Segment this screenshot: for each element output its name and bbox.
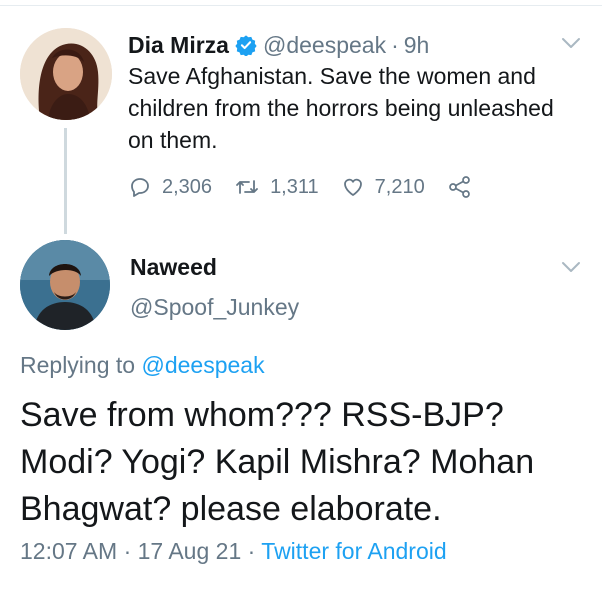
share-button[interactable] [447, 175, 483, 199]
author-handle[interactable]: @deespeak [263, 32, 386, 59]
tweet-meta: 12:07 AM · 17 Aug 21 · Twitter for Andro… [20, 538, 447, 565]
replying-prefix: Replying to [20, 352, 136, 378]
like-count: 7,210 [374, 175, 425, 198]
tweet-actions: 2,306 1,311 7,210 [128, 172, 505, 202]
author-name[interactable]: Dia Mirza [128, 32, 229, 59]
reply-count: 2,306 [162, 175, 213, 198]
profile-photo-icon [20, 28, 112, 120]
verified-badge-icon [235, 35, 257, 56]
top-divider [0, 0, 602, 6]
replying-to: Replying to @deespeak [20, 352, 265, 379]
separator-dot: · [391, 31, 399, 58]
share-icon [448, 176, 470, 198]
retweet-count: 1,311 [270, 175, 319, 198]
like-icon [343, 178, 362, 196]
retweet-button[interactable]: 1,311 [234, 175, 319, 199]
tweet-timestamp[interactable]: 12:07 AM [20, 538, 117, 564]
chevron-down-icon[interactable] [560, 260, 582, 274]
author-handle[interactable]: @Spoof_Junkey [130, 294, 299, 321]
replying-to-link[interactable]: @deespeak [141, 352, 264, 378]
avatar[interactable] [20, 240, 110, 330]
reply-button[interactable]: 2,306 [128, 175, 212, 199]
separator-dot: · [123, 538, 132, 564]
profile-photo-icon [20, 240, 110, 330]
author-name[interactable]: Naweed [130, 254, 217, 281]
reply-icon [131, 178, 149, 197]
thread-connector [64, 128, 67, 234]
retweet-icon [236, 180, 258, 194]
chevron-down-icon[interactable] [560, 36, 582, 50]
avatar[interactable] [20, 28, 112, 120]
reply-tweet-text: Save from whom??? RSS-BJP? Modi? Yogi? K… [20, 396, 535, 528]
tweet-source-link[interactable]: Twitter for Android [261, 538, 446, 564]
parent-tweet-header: Dia Mirza @deespeak · 9h [128, 28, 429, 62]
parent-tweet-text: Save Afghanistan. Save the women and chi… [128, 63, 554, 153]
separator-dot: · [247, 538, 256, 564]
tweet-date[interactable]: 17 Aug 21 [138, 538, 242, 564]
like-button[interactable]: 7,210 [341, 175, 425, 199]
tweet-time[interactable]: 9h [404, 32, 430, 59]
